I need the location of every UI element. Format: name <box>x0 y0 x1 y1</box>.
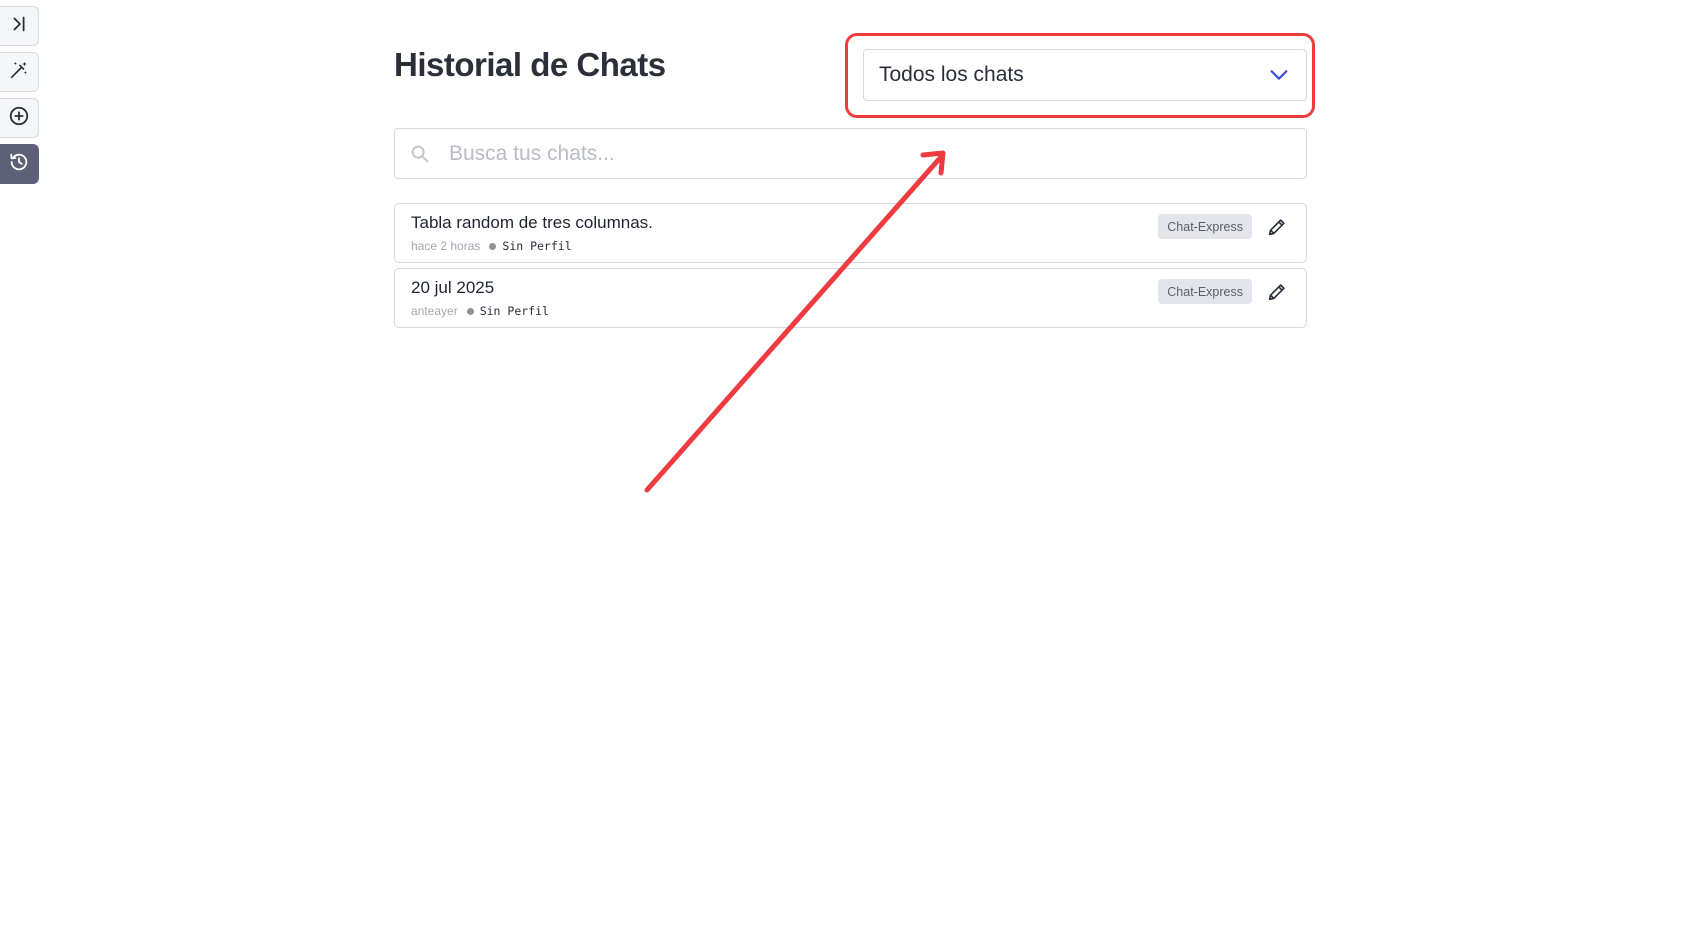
chat-type-badge: Chat-Express <box>1158 279 1252 304</box>
magic-wand-button[interactable] <box>0 52 39 92</box>
pencil-icon <box>1268 284 1285 301</box>
chat-filter-value: Todos los chats <box>879 63 1024 86</box>
separator-dot <box>466 307 474 315</box>
chat-title: 20 jul 2025 <box>411 278 495 297</box>
chat-type-badge: Chat-Express <box>1158 214 1252 239</box>
search-box <box>394 128 1307 179</box>
chat-list-item[interactable]: 20 jul 2025 anteayer Sin Perfil Chat-Exp… <box>394 268 1307 328</box>
expand-sidebar-icon <box>8 13 30 40</box>
chat-timestamp: hace 2 horas <box>411 239 481 253</box>
chat-timestamp: anteayer <box>411 304 458 318</box>
expand-sidebar-button[interactable] <box>0 6 39 46</box>
search-icon <box>409 143 431 165</box>
separator-dot <box>489 242 497 250</box>
edit-chat-button[interactable] <box>1264 279 1290 305</box>
edit-chat-button[interactable] <box>1264 214 1290 240</box>
chat-filter-dropdown[interactable]: Todos los chats <box>863 49 1307 101</box>
left-rail <box>0 6 40 190</box>
history-icon <box>8 151 30 178</box>
chat-profile: Sin Perfil <box>479 304 549 318</box>
pencil-icon <box>1268 219 1285 236</box>
search-input[interactable] <box>447 140 1287 167</box>
chat-meta: hace 2 horas Sin Perfil <box>411 239 572 253</box>
chat-list-item[interactable]: Tabla random de tres columnas. hace 2 ho… <box>394 203 1307 263</box>
magic-wand-icon <box>8 59 30 86</box>
page-title: Historial de Chats <box>394 46 666 83</box>
new-chat-button[interactable] <box>0 98 39 138</box>
chat-list: Tabla random de tres columnas. hace 2 ho… <box>394 203 1307 333</box>
chat-title: Tabla random de tres columnas. <box>411 213 653 232</box>
chevron-down-icon <box>1268 64 1290 86</box>
history-button[interactable] <box>0 144 39 184</box>
chat-profile: Sin Perfil <box>502 239 572 253</box>
plus-circle-icon <box>8 105 30 132</box>
chat-meta: anteayer Sin Perfil <box>411 304 549 318</box>
